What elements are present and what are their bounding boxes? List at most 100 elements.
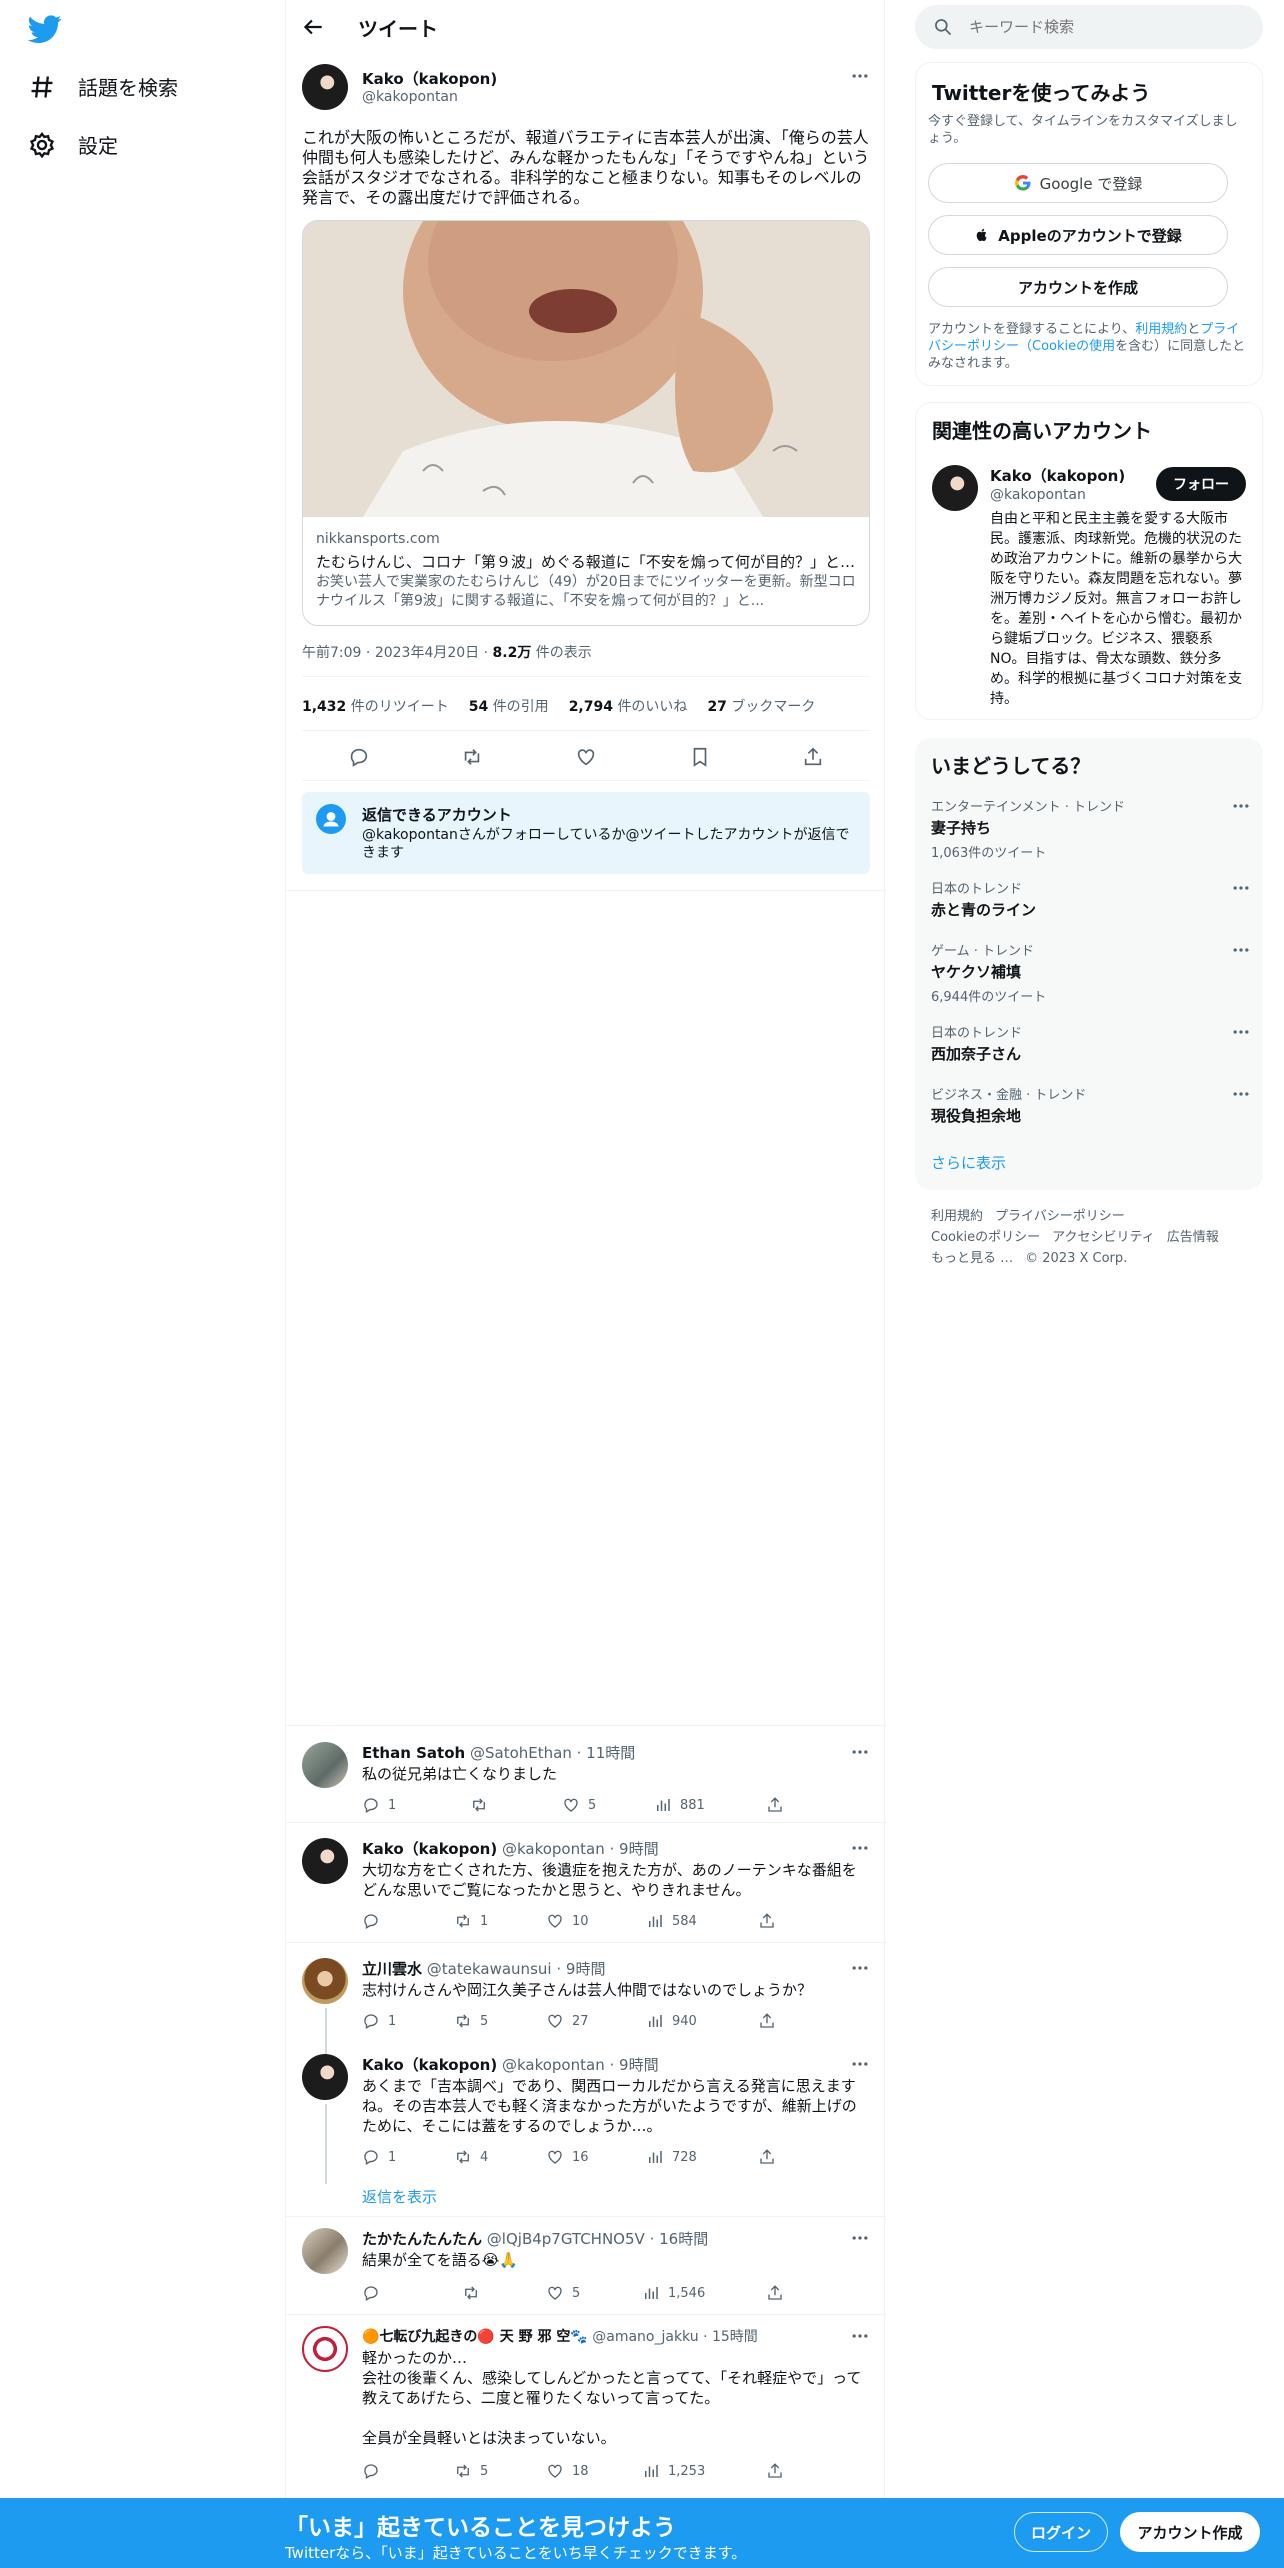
reply-tweet[interactable]: 立川雲水 @tatekawaunsui · 9時間 志村けんさんや岡江久美子さん… <box>286 1958 886 2058</box>
retweet-button[interactable] <box>470 1796 562 1814</box>
avatar[interactable] <box>302 2054 348 2100</box>
login-button[interactable]: ログイン <box>1014 2512 1108 2552</box>
trend-item[interactable]: 日本のトレンド 西加奈子さん <box>931 1022 1251 1064</box>
more-icon[interactable] <box>1231 940 1251 960</box>
trend-item[interactable]: ビジネス・金融 · トレンド 現役負担余地 <box>931 1084 1251 1126</box>
views-button[interactable]: 881 <box>654 1796 766 1814</box>
avatar[interactable] <box>302 64 348 110</box>
footer-link[interactable]: 広告情報 <box>1167 1230 1219 1245</box>
more-icon[interactable] <box>1231 796 1251 816</box>
reply-button[interactable]: 1 <box>362 2148 454 2166</box>
share-button[interactable] <box>766 2462 858 2480</box>
more-icon[interactable] <box>850 1838 870 1858</box>
back-arrow-icon[interactable] <box>300 14 326 40</box>
search-input[interactable] <box>969 5 1249 49</box>
more-icon[interactable] <box>850 66 870 86</box>
more-icon[interactable] <box>850 1958 870 1978</box>
more-icon[interactable] <box>1231 1022 1251 1042</box>
stat-quotes[interactable]: 54 件の引用 <box>469 696 549 716</box>
show-replies-link[interactable]: 返信を表示 <box>362 2186 437 2207</box>
footer-link[interactable]: アクセシビリティ <box>1052 1230 1155 1245</box>
views-button[interactable]: 1,546 <box>642 2284 766 2302</box>
reply-button[interactable] <box>362 2284 462 2302</box>
share-button[interactable] <box>766 2284 858 2302</box>
reply-button[interactable] <box>362 1912 454 1930</box>
share-button[interactable] <box>766 1796 858 1814</box>
reply-tweet[interactable]: Kako（kakopon) @kakopontan · 9時間 あくまで「吉本調… <box>286 2054 886 2224</box>
bookmark-icon[interactable] <box>689 746 711 768</box>
like-icon[interactable] <box>575 746 597 768</box>
reply-button[interactable]: 1 <box>362 2012 454 2030</box>
share-button[interactable] <box>758 1912 850 1930</box>
retweet-button[interactable]: 4 <box>454 2148 546 2166</box>
like-button[interactable]: 18 <box>546 2462 642 2480</box>
reply-tweet[interactable]: Ethan Satoh @SatohEthan · 11時間 私の従兄弟は亡くな… <box>286 1742 886 1822</box>
like-button[interactable]: 5 <box>562 1796 654 1814</box>
author-name[interactable]: Kako（kakopon) <box>362 68 497 89</box>
tweet-time[interactable]: 午前7:09 <box>302 645 361 661</box>
stat-retweets[interactable]: 1,432 件のリツイート <box>302 696 449 716</box>
avatar[interactable] <box>302 1742 348 1788</box>
author-handle[interactable]: @kakopontan <box>362 89 458 105</box>
footer-more-link[interactable]: もっと見る … <box>931 1251 1013 1266</box>
reply-icon[interactable] <box>348 746 370 768</box>
search-box[interactable] <box>915 5 1263 49</box>
retweet-button[interactable]: 5 <box>454 2462 546 2480</box>
related-handle[interactable]: @kakopontan <box>990 487 1086 503</box>
related-name[interactable]: Kako（kakopon) <box>990 465 1125 486</box>
footer-link[interactable]: 利用規約 <box>931 1209 983 1224</box>
reply-restriction-description: @kakopontanさんがフォローしているか@ツイートしたアカウントが返信でき… <box>362 827 850 861</box>
like-button[interactable]: 10 <box>546 1912 646 1930</box>
views-button[interactable]: 728 <box>646 2148 758 2166</box>
retweet-button[interactable]: 5 <box>454 2012 546 2030</box>
trend-item[interactable]: エンターテインメント · トレンド 妻子持ち 1,063件のツイート <box>931 796 1251 861</box>
more-icon[interactable] <box>850 2054 870 2074</box>
reply-tweet[interactable]: Kako（kakopon) @kakopontan · 9時間 大切な方を亡くさ… <box>286 1838 886 1942</box>
like-button[interactable]: 16 <box>546 2148 646 2166</box>
views-button[interactable]: 940 <box>646 2012 758 2030</box>
more-icon[interactable] <box>1231 878 1251 898</box>
reply-button[interactable] <box>362 2462 454 2480</box>
share-icon[interactable] <box>802 746 824 768</box>
retweet-button[interactable]: 1 <box>454 1912 546 1930</box>
show-more-link[interactable]: さらに表示 <box>931 1152 1006 1173</box>
follow-button[interactable]: フォロー <box>1156 467 1246 501</box>
retweet-button[interactable] <box>462 2284 546 2302</box>
share-button[interactable] <box>758 2148 850 2166</box>
more-icon[interactable] <box>850 2228 870 2248</box>
twitter-logo-icon[interactable] <box>28 12 62 46</box>
footer-link[interactable]: Cookieのポリシー <box>931 1230 1040 1245</box>
reply-button[interactable]: 1 <box>362 1796 470 1814</box>
stat-bookmarks[interactable]: 27 ブックマーク <box>707 696 815 716</box>
terms-link[interactable]: 利用規約 <box>1135 322 1187 337</box>
reply-tweet[interactable]: たかたんたんたん @lQjB4p7GTCHNO5V · 16時間 結果が全てを語… <box>286 2228 886 2312</box>
share-button[interactable] <box>758 2012 850 2030</box>
trend-item[interactable]: 日本のトレンド 赤と青のライン <box>931 878 1251 920</box>
link-card[interactable]: nikkansports.com たむらけんじ、コロナ「第９波」めぐる報道に「不… <box>302 220 870 626</box>
like-button[interactable]: 27 <box>546 2012 646 2030</box>
retweet-icon[interactable] <box>461 746 483 768</box>
trend-item[interactable]: ゲーム · トレンド ヤケクソ補填 6,944件のツイート <box>931 940 1251 1005</box>
avatar[interactable] <box>302 2326 348 2372</box>
nav-explore[interactable]: 話題を検索 <box>28 72 178 101</box>
more-icon[interactable] <box>850 2326 870 2346</box>
tweet-date[interactable]: 2023年4月20日 <box>375 645 479 661</box>
avatar[interactable] <box>302 1958 348 2004</box>
reply-icon <box>364 1798 378 1813</box>
views-button[interactable]: 584 <box>646 1912 758 1930</box>
stat-likes[interactable]: 2,794 件のいいね <box>569 696 688 716</box>
avatar[interactable] <box>302 2228 348 2274</box>
create-account-button[interactable]: アカウントを作成 <box>928 267 1228 307</box>
reply-tweet[interactable]: 🟠七転び九起きの🔴 天 野 邪 空🐾 @amano_jakku · 15時間 軽… <box>286 2326 886 2496</box>
google-signup-button[interactable]: Google で登録 <box>928 163 1228 203</box>
more-icon[interactable] <box>850 1742 870 1762</box>
apple-signup-button[interactable]: Appleのアカウントで登録 <box>928 215 1228 255</box>
avatar[interactable] <box>302 1838 348 1884</box>
nav-settings[interactable]: 設定 <box>28 130 118 159</box>
more-icon[interactable] <box>1231 1084 1251 1104</box>
like-button[interactable]: 5 <box>546 2284 642 2302</box>
avatar[interactable] <box>932 465 978 511</box>
views-button[interactable]: 1,253 <box>642 2462 766 2480</box>
signup-button[interactable]: アカウント作成 <box>1120 2512 1260 2552</box>
footer-link[interactable]: プライバシーポリシー <box>995 1209 1125 1224</box>
